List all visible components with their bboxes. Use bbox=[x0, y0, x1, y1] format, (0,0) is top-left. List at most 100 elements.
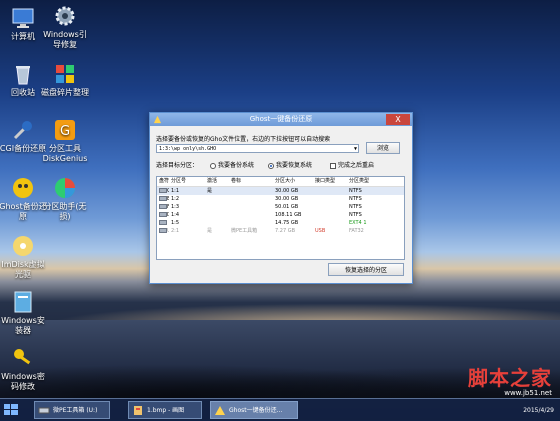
desktop-icon-windows-boot-repair[interactable]: Windows引 导修复 bbox=[34, 4, 96, 50]
watermark: 脚本之家 www.jb51.net bbox=[468, 362, 552, 397]
desktop-icon-label: 分区工具 DiskGenius bbox=[42, 144, 88, 163]
partition-size: 7.27 GB bbox=[275, 228, 296, 234]
table-row[interactable]: F: 1:3 50.01 GB NTFS bbox=[157, 203, 404, 211]
desktop-icon-diskgenius[interactable]: G 分区工具 DiskGenius bbox=[34, 118, 96, 164]
ghost-icon bbox=[13, 178, 33, 198]
close-button[interactable]: X bbox=[386, 114, 410, 125]
desktop-icon-partition-assistant[interactable]: 分区助手(无 损) bbox=[34, 176, 96, 222]
partition-icon bbox=[55, 178, 75, 198]
restart-checkbox[interactable] bbox=[330, 162, 336, 169]
radio-restore-label: 我要恢复系统 bbox=[276, 162, 313, 169]
table-row[interactable]: D: 1:4 108.11 GB NTFS bbox=[157, 211, 404, 219]
desktop-icon-password-changer[interactable]: Windows密 码修改 bbox=[0, 346, 54, 392]
defrag-icon bbox=[56, 65, 74, 83]
desktop-icon-label: 磁盘碎片整理 bbox=[41, 88, 89, 97]
taskbar-item-explorer[interactable]: 微PE工具箱 (U:) bbox=[34, 401, 110, 419]
installer-icon bbox=[14, 291, 32, 313]
table-row[interactable]: 1:5 14.75 GB EXT4 1 bbox=[157, 219, 404, 227]
dialog-title-bar[interactable]: Ghost一键备份还原 X bbox=[150, 113, 412, 126]
taskbar-item-ghost[interactable]: Ghost一键备份还... bbox=[210, 401, 298, 419]
column-header[interactable]: 盘符 bbox=[159, 177, 169, 185]
table-row[interactable]: C: 1:1 是 30.00 GB NTFS bbox=[157, 187, 404, 195]
partition-number: 1:5 bbox=[171, 220, 180, 226]
partition-type: NTFS bbox=[349, 196, 362, 202]
hard-drive-icon bbox=[159, 228, 167, 233]
partition-type: EXT4 1 bbox=[349, 220, 367, 226]
table-header: 盘符 分区号 激活 卷标 分区大小 接口类型 分区类型 bbox=[157, 177, 404, 187]
hard-drive-icon bbox=[159, 204, 167, 209]
diskgenius-icon: G bbox=[55, 120, 75, 140]
tools-icon bbox=[13, 121, 32, 140]
desktop-icon-label: ImDisk虚拟 光驱 bbox=[1, 260, 45, 279]
column-header[interactable]: 分区类型 bbox=[349, 177, 389, 185]
app-icon bbox=[215, 406, 225, 415]
desktop-icon-label: 回收站 bbox=[11, 88, 35, 97]
radio-restore[interactable] bbox=[268, 162, 274, 169]
recycle-bin-icon bbox=[16, 66, 30, 85]
hard-drive-icon bbox=[159, 220, 167, 225]
drive-letter: F: bbox=[159, 203, 169, 211]
drive-letter: E: bbox=[159, 195, 169, 203]
drive-letter: U: bbox=[159, 227, 169, 235]
chevron-down-icon[interactable]: ▼ bbox=[354, 145, 357, 154]
partition-number: 2:1 bbox=[171, 228, 180, 234]
hard-drive-icon bbox=[159, 212, 167, 217]
column-header[interactable]: 分区大小 bbox=[275, 177, 309, 185]
column-header[interactable]: 接口类型 bbox=[315, 177, 345, 185]
restart-option[interactable]: 完成之后重启 bbox=[330, 162, 374, 170]
desktop-icon-windows-installer[interactable]: Windows安 装器 bbox=[0, 290, 54, 336]
desktop-icon-label: Windows引 导修复 bbox=[43, 30, 87, 49]
partition-size: 30.00 GB bbox=[275, 188, 299, 194]
radio-backup-label: 我要备份系统 bbox=[218, 162, 255, 169]
taskbar: 微PE工具箱 (U:) 1.bmp - 画图 Ghost一键备份还... 201… bbox=[0, 398, 560, 421]
desktop-icon-imdisk[interactable]: ImDisk虚拟 光驱 bbox=[0, 234, 54, 280]
volume-label: 微PE工具箱 bbox=[231, 228, 258, 234]
gho-path-value: 1:3:\wp only\sh.GHO bbox=[159, 146, 217, 152]
partition-number: 1:1 bbox=[171, 188, 180, 194]
gear-icon bbox=[55, 6, 75, 26]
partition-type: NTFS bbox=[349, 188, 362, 194]
gho-path-combobox[interactable]: 1:3:\wp only\sh.GHO ▼ bbox=[156, 144, 359, 153]
drive-letter: C: bbox=[159, 187, 169, 195]
active-flag: 是 bbox=[207, 188, 213, 194]
restore-selected-partition-button[interactable]: 恢复选择的分区 bbox=[328, 263, 404, 276]
taskbar-item-paint[interactable]: 1.bmp - 画图 bbox=[128, 401, 202, 419]
column-header[interactable]: 分区号 bbox=[171, 177, 201, 185]
hard-drive-icon bbox=[159, 196, 167, 201]
taskbar-item-label: Ghost一键备份还... bbox=[229, 407, 283, 414]
taskbar-date: 2015/4/29 bbox=[523, 407, 554, 414]
drive-letter: D: bbox=[159, 211, 169, 219]
target-partition-label: 选择目标分区： bbox=[156, 162, 199, 169]
desktop-icon-label: Windows密 码修改 bbox=[1, 372, 45, 391]
dialog-title: Ghost一键备份还原 bbox=[249, 115, 313, 123]
radio-backup-option[interactable]: 我要备份系统 bbox=[210, 162, 254, 170]
active-flag: 是 bbox=[207, 228, 213, 234]
partition-size: 30.00 GB bbox=[275, 196, 299, 202]
table-row[interactable]: E: 1:2 30.00 GB NTFS bbox=[157, 195, 404, 203]
windows-start-icon[interactable] bbox=[3, 403, 19, 417]
taskbar-item-label: 微PE工具箱 (U:) bbox=[53, 407, 98, 414]
watermark-text: 脚本之家 bbox=[468, 366, 552, 390]
computer-icon bbox=[12, 8, 34, 28]
column-header[interactable]: 卷标 bbox=[231, 177, 261, 185]
key-icon bbox=[14, 349, 31, 365]
table-row[interactable]: U: 2:1 是 微PE工具箱 7.27 GB USB FAT32 bbox=[157, 227, 404, 235]
radio-restore-option[interactable]: 我要恢复系统 bbox=[268, 162, 312, 170]
file-location-prompt: 选择要备份或恢复的Gho文件位置，右边的下拉按钮可以自动搜索 bbox=[156, 136, 331, 143]
disc-icon bbox=[13, 236, 33, 256]
partition-type: NTFS bbox=[349, 212, 362, 218]
ghost-dialog: Ghost一键备份还原 X 选择要备份或恢复的Gho文件位置，右边的下拉按钮可以… bbox=[149, 112, 413, 284]
partition-type: NTFS bbox=[349, 204, 362, 210]
hard-drive-icon bbox=[159, 188, 167, 193]
partition-number: 1:4 bbox=[171, 212, 180, 218]
restart-checkbox-label: 完成之后重启 bbox=[338, 162, 375, 169]
desktop-icon-defrag[interactable]: 磁盘碎片整理 bbox=[34, 62, 96, 98]
browse-button[interactable]: 浏览 bbox=[366, 142, 400, 154]
drive-icon bbox=[38, 407, 50, 414]
partition-type: FAT32 bbox=[349, 228, 364, 234]
partition-number: 1:3 bbox=[171, 204, 180, 210]
partition-table: 盘符 分区号 激活 卷标 分区大小 接口类型 分区类型 C: 1:1 是 30.… bbox=[156, 176, 405, 260]
radio-backup[interactable] bbox=[210, 162, 216, 169]
svg-text:G: G bbox=[60, 124, 70, 139]
column-header[interactable]: 激活 bbox=[207, 177, 227, 185]
